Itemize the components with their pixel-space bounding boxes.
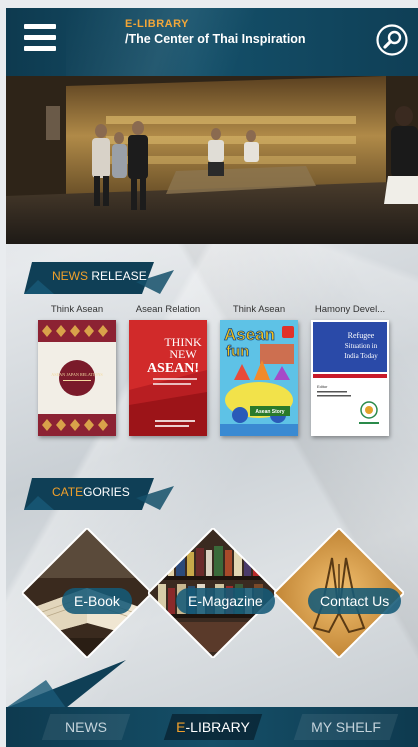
menu-button[interactable] <box>24 24 56 52</box>
top-header: E-LIBRARY /The Center of Thai Inspiratio… <box>6 8 418 76</box>
book-cover-text-1: Asean <box>224 325 275 344</box>
book-cover: Asean fun Asean Story <box>220 320 298 436</box>
book-cover: Refugee Situation in India Today Editor <box>311 320 389 436</box>
book-item[interactable]: Hamony Devel... Refugee Situation in Ind… <box>305 304 395 436</box>
nav-tab-news-label: NEWS <box>65 719 107 735</box>
book-cover: ASEAN JAPAN RELATIONS <box>38 320 116 436</box>
hamburger-icon-bar <box>24 35 56 40</box>
category-ebook[interactable]: E-Book <box>22 528 152 658</box>
book-cover-text-3: ASEAN! <box>147 361 199 376</box>
app-screen: E-LIBRARY /The Center of Thai Inspiratio… <box>6 8 418 747</box>
category-emagazine-label: E-Magazine <box>176 588 275 614</box>
search-icon <box>376 24 408 56</box>
category-contact-us-label: Contact Us <box>308 588 402 614</box>
hamburger-icon-bar <box>24 46 56 51</box>
book-title: Hamony Devel... <box>314 304 386 315</box>
hero-banner <box>6 76 418 244</box>
category-contact-us[interactable]: Contact Us <box>274 528 404 658</box>
bottom-navigation: NEWS E-LIBRARY MY SHELF <box>6 707 418 747</box>
nav-tab-elibrary-label-rest: -LIBRARY <box>185 719 250 735</box>
book-title: Think Asean <box>50 304 104 315</box>
news-release-heading: NEWS RELEASE <box>24 262 174 294</box>
book-title: Think Asean <box>232 304 286 315</box>
categories-rest: GORIES <box>83 485 130 499</box>
hero-image <box>6 76 418 244</box>
nav-tab-elibrary-label: E-LIBRARY <box>176 719 250 735</box>
book-cover-text-2: Situation in <box>345 342 378 350</box>
news-release-highlight: NEWS <box>52 269 88 283</box>
nav-tab-elibrary[interactable]: E-LIBRARY <box>163 714 263 740</box>
nav-tab-myshelf[interactable]: MY SHELF <box>293 714 399 740</box>
hamburger-icon-bar <box>24 24 56 29</box>
nav-tab-news[interactable]: NEWS <box>41 714 131 740</box>
news-release-label: NEWS RELEASE <box>52 269 147 283</box>
brand-title: E-LIBRARY <box>125 18 189 30</box>
nav-tab-myshelf-label: MY SHELF <box>311 719 381 735</box>
book-cover-image: Asean fun Asean Story <box>220 320 298 436</box>
book-cover-text-3: Asean Story <box>255 409 284 415</box>
news-release-rest: RELEASE <box>88 269 147 283</box>
categories-label: CATEGORIES <box>52 485 130 499</box>
book-cover-text-1: Refugee <box>348 331 375 340</box>
book-cover-image: THINK NEW ASEAN! <box>129 320 207 436</box>
book-cover: THINK NEW ASEAN! <box>129 320 207 436</box>
book-cover-text: ASEAN JAPAN RELATIONS <box>51 372 103 377</box>
search-button[interactable] <box>376 24 408 56</box>
book-item[interactable]: Asean Relation THINK NEW ASEAN! <box>123 304 213 436</box>
category-emagazine[interactable]: E-Magazine <box>148 528 278 658</box>
book-cover-text-2: fun <box>226 343 249 360</box>
categories-heading: CATEGORIES <box>24 478 174 510</box>
category-ebook-label: E-Book <box>62 588 132 614</box>
categories-highlight: CATE <box>52 485 84 499</box>
book-item[interactable]: Think Asean Asean fun Asean Story <box>214 304 304 436</box>
brand-tagline: /The Center of Thai Inspiration <box>125 32 306 46</box>
book-cover-text-2: NEW <box>169 347 197 361</box>
book-cover-editor: Editor <box>317 384 328 389</box>
decorative-shape <box>6 660 126 708</box>
book-cover-image: ASEAN JAPAN RELATIONS <box>38 320 116 436</box>
book-cover-text-3: India Today <box>344 352 378 360</box>
book-item[interactable]: Think Asean ASEAN JAPAN RELATIONS <box>32 304 122 436</box>
book-cover-image: Refugee Situation in India Today Editor <box>311 320 389 436</box>
book-title: Asean Relation <box>135 304 201 315</box>
